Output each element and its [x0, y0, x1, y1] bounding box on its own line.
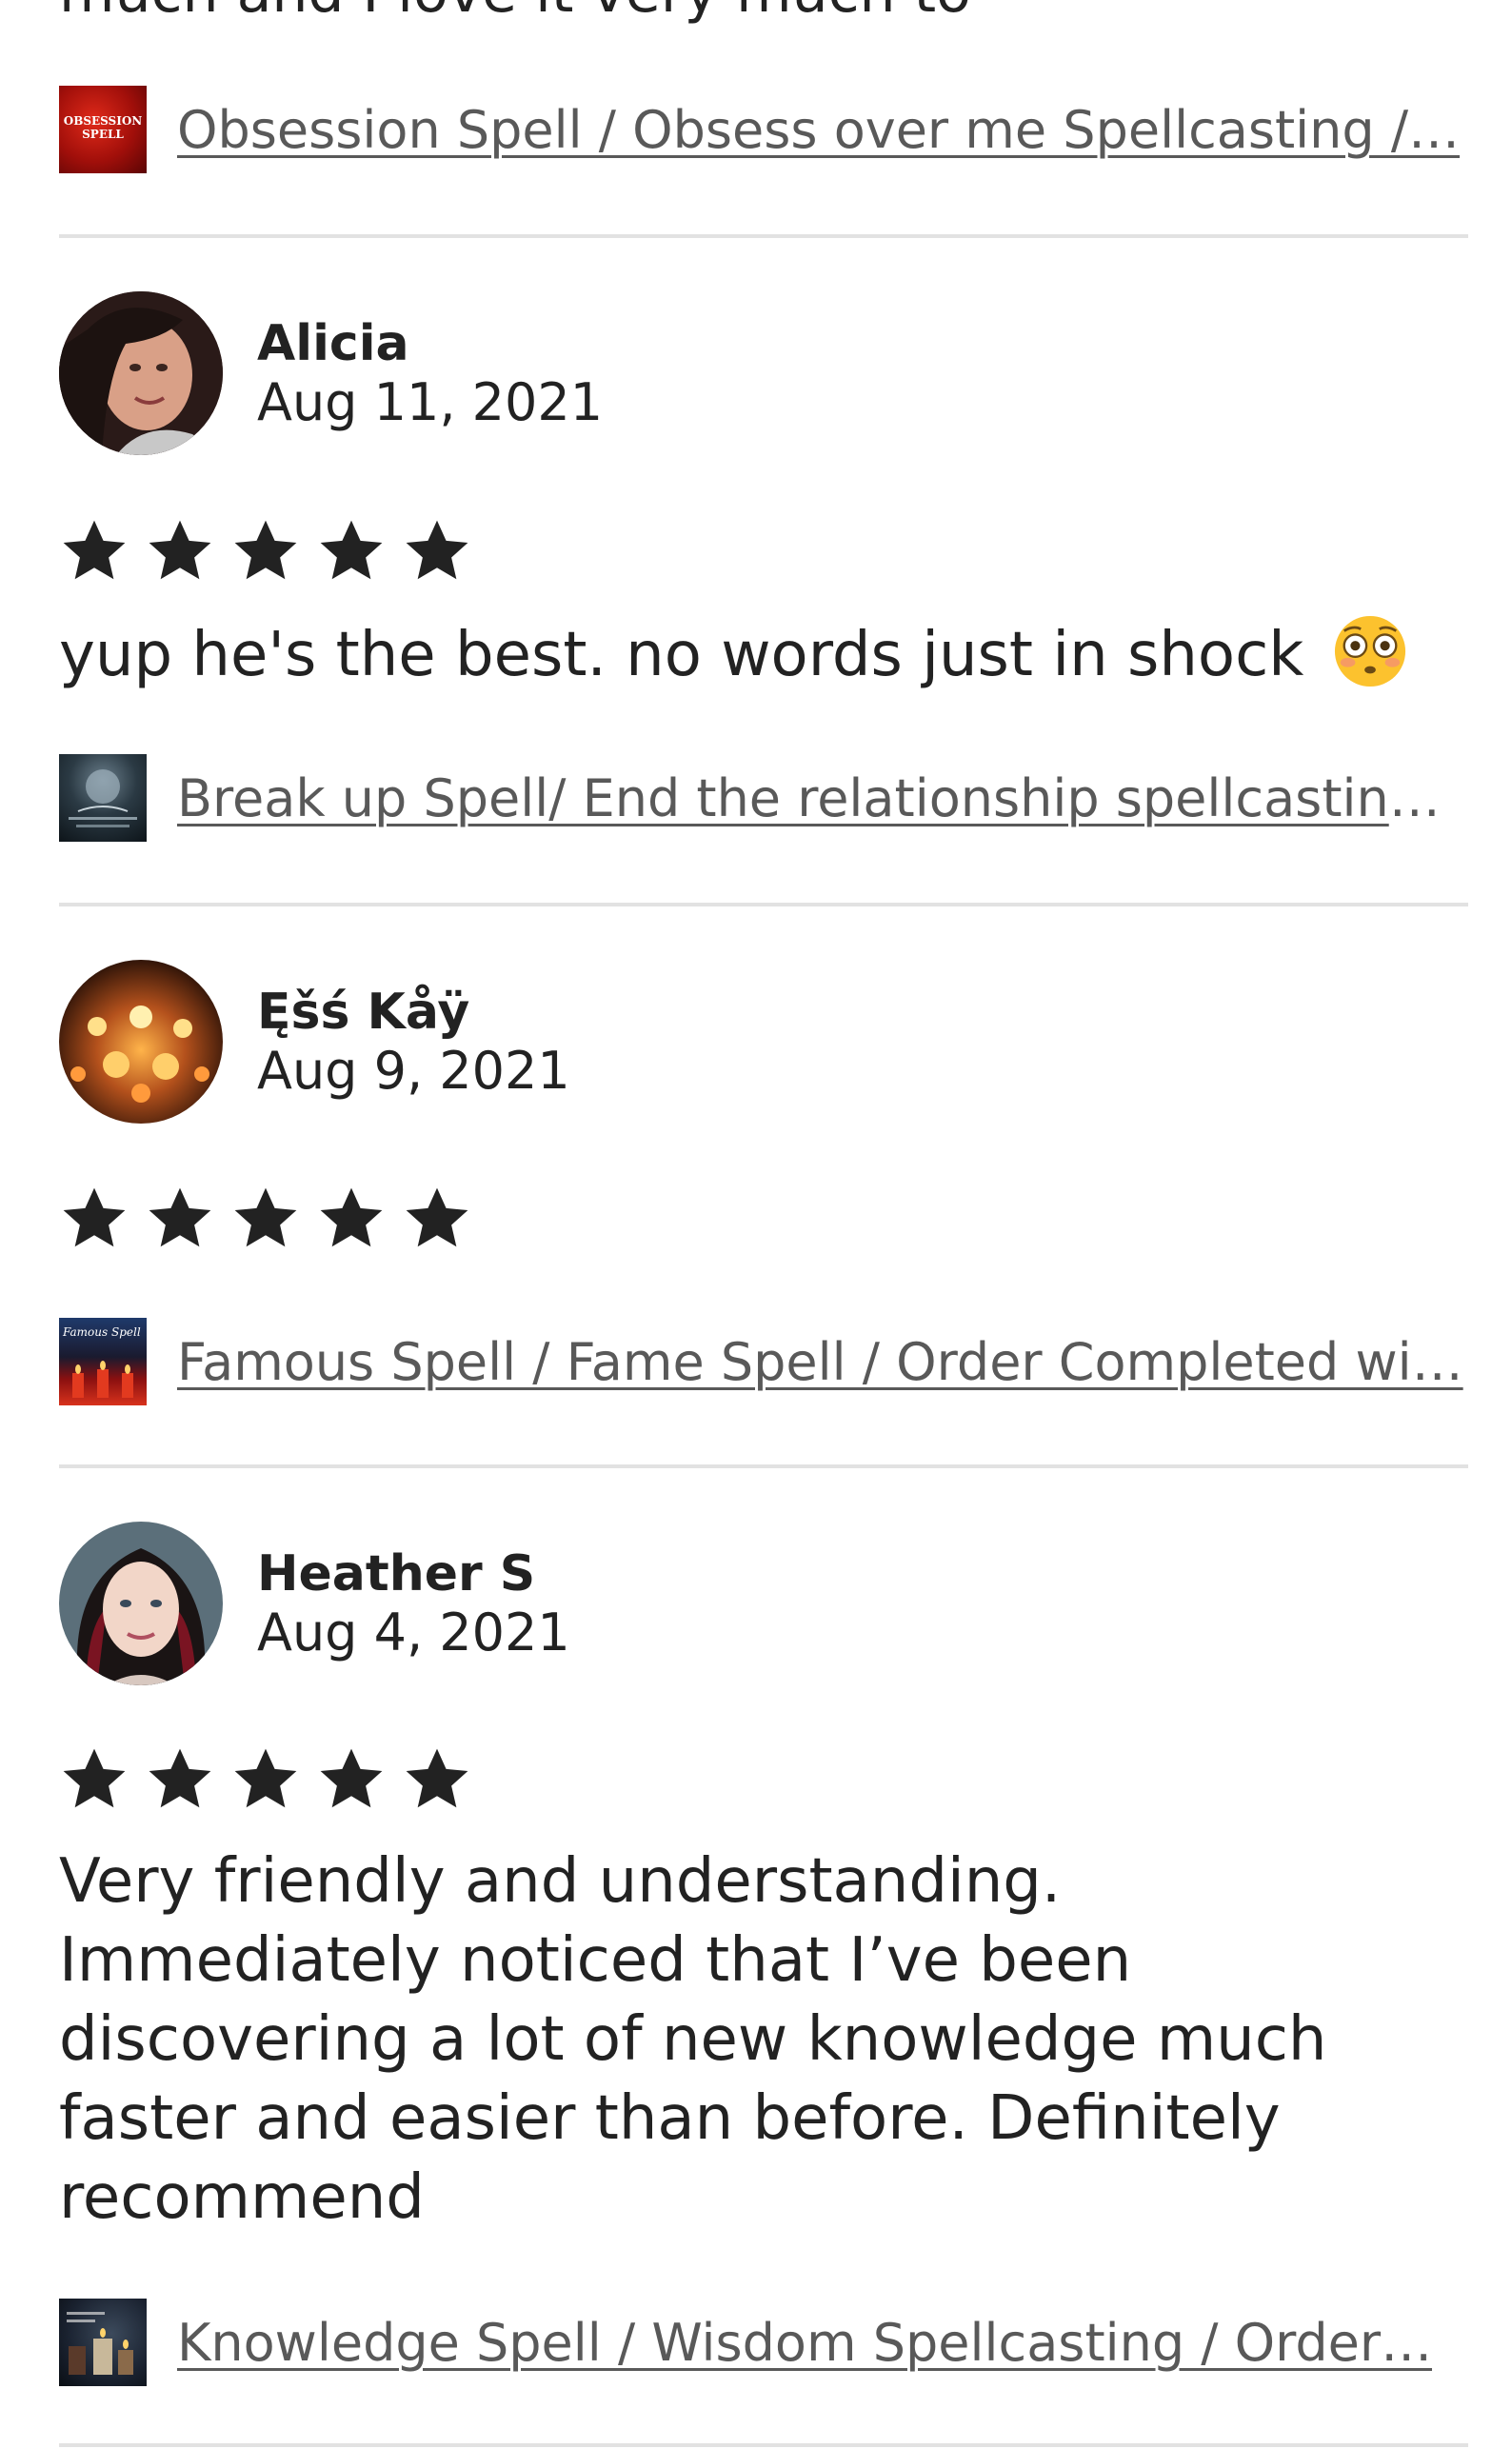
review-date: Aug 9, 2021: [257, 1041, 570, 1101]
star-icon: [320, 1748, 383, 1808]
product-row[interactable]: Knowledge Spell / Wisdom Spellcasting / …: [59, 2297, 1468, 2388]
reviewer-avatar[interactable]: [59, 960, 223, 1124]
product-thumbnail[interactable]: Famous Spell: [59, 1318, 147, 1405]
flushed-face-icon: [1334, 615, 1405, 687]
star-icon: [149, 1187, 211, 1247]
star-icon: [406, 520, 468, 580]
star-icon: [406, 1187, 468, 1247]
divider: [59, 903, 1468, 906]
star-icon: [149, 520, 211, 580]
review-date: Aug 4, 2021: [257, 1603, 570, 1663]
product-link[interactable]: Famous Spell / Fame Spell / Order Comple…: [177, 1332, 1463, 1392]
product-link[interactable]: Break up Spell/ End the relationship spe…: [177, 768, 1468, 828]
reviewer-name[interactable]: Ęšś Kåÿ: [257, 983, 570, 1042]
product-row[interactable]: OBSESSION SPELL Obsession Spell / Obsess…: [59, 84, 1468, 175]
star-icon: [320, 1187, 383, 1247]
divider: [59, 2443, 1468, 2447]
product-thumbnail[interactable]: [59, 2299, 147, 2386]
reviewer-header: Alicia Aug 11, 2021: [59, 291, 603, 455]
star-icon: [63, 520, 126, 580]
reviewer-avatar[interactable]: [59, 1522, 223, 1685]
star-rating: [59, 1184, 472, 1254]
star-rating: [59, 1744, 472, 1815]
star-icon: [63, 1748, 126, 1808]
divider: [59, 234, 1468, 238]
review-date: Aug 11, 2021: [257, 372, 604, 432]
review-text: yup he's the best. no words just in shoc…: [59, 614, 1449, 695]
star-icon: [234, 1187, 297, 1247]
product-row[interactable]: Break up Spell/ End the relationship spe…: [59, 752, 1468, 844]
product-row[interactable]: Famous Spell Famous Spell / Fame Spell /…: [59, 1316, 1468, 1407]
reviewer-name[interactable]: Alicia: [257, 314, 603, 373]
star-icon: [320, 520, 383, 580]
review-text: Very friendly and understanding. Immedia…: [59, 1846, 1327, 2233]
reviewer-name[interactable]: Heather S: [257, 1544, 570, 1603]
divider: [59, 1464, 1468, 1468]
reviewer-header: Ęšś Kåÿ Aug 9, 2021: [59, 960, 570, 1124]
star-icon: [406, 1748, 468, 1808]
product-link[interactable]: Obsession Spell / Obsess over me Spellca…: [177, 100, 1460, 160]
reviewer-avatar[interactable]: [59, 291, 223, 455]
star-rating: [59, 516, 472, 587]
product-thumbnail[interactable]: [59, 754, 147, 842]
star-icon: [234, 1748, 297, 1808]
product-link[interactable]: Knowledge Spell / Wisdom Spellcasting / …: [177, 2313, 1432, 2373]
review-text-content: yup he's the best. no words just in shoc…: [59, 620, 1304, 690]
product-thumbnail-label: OBSESSION SPELL: [63, 114, 143, 141]
star-icon: [234, 520, 297, 580]
previous-review-text: much and I love it very much to: [59, 0, 971, 21]
product-thumbnail[interactable]: OBSESSION SPELL: [59, 86, 147, 173]
star-icon: [63, 1187, 126, 1247]
reviewer-header: Heather S Aug 4, 2021: [59, 1522, 570, 1685]
star-icon: [149, 1748, 211, 1808]
